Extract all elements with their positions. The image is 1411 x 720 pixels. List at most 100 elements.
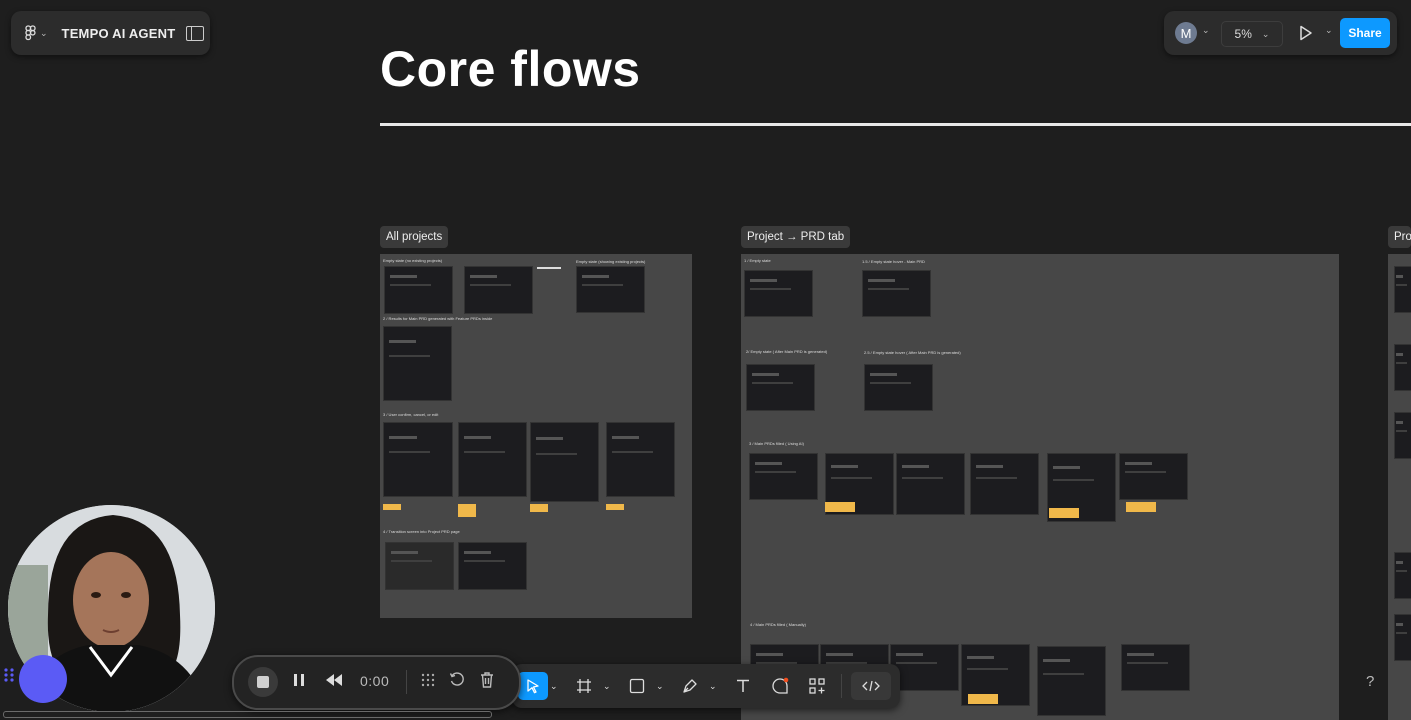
zoom-value: 5% bbox=[1234, 27, 1252, 41]
chevron-down-icon[interactable]: ⌄ bbox=[550, 672, 558, 700]
sidebar-toggle-icon[interactable] bbox=[186, 25, 205, 41]
zoom-dropdown[interactable]: 5% ⌄ bbox=[1221, 21, 1283, 47]
horizontal-scrollbar[interactable] bbox=[3, 711, 492, 718]
screen-thumbnail[interactable] bbox=[1037, 646, 1106, 716]
screen-thumbnail[interactable] bbox=[1394, 266, 1411, 313]
chevron-down-icon: ⌄ bbox=[40, 27, 48, 38]
frame-caption: 2.5 / Empty state hover ( After Main PRD… bbox=[864, 350, 961, 355]
chevron-down-icon[interactable]: ⌄ bbox=[1202, 25, 1210, 36]
screen-thumbnail[interactable] bbox=[458, 542, 527, 590]
section-partial[interactable] bbox=[1388, 254, 1411, 720]
frame-tool[interactable] bbox=[574, 672, 594, 700]
chevron-down-icon: ⌄ bbox=[1261, 28, 1270, 39]
screen-thumbnail[interactable] bbox=[1394, 412, 1411, 459]
screen-thumbnail[interactable] bbox=[746, 364, 815, 411]
frame-caption: 4 / Transition screen into Project PRD p… bbox=[383, 529, 460, 534]
actions-tool[interactable] bbox=[807, 672, 827, 700]
file-name[interactable]: TEMPO AI AGENT bbox=[62, 26, 176, 41]
sticky-note[interactable] bbox=[968, 694, 998, 704]
rewind-icon bbox=[326, 674, 342, 686]
title-divider bbox=[380, 123, 1411, 126]
screen-thumbnail[interactable] bbox=[1394, 552, 1411, 599]
pen-icon bbox=[683, 679, 697, 693]
screen-thumbnail[interactable] bbox=[383, 326, 452, 401]
screen-thumbnail[interactable] bbox=[464, 266, 533, 314]
screen-thumbnail[interactable] bbox=[576, 266, 645, 313]
screen-thumbnail[interactable] bbox=[384, 266, 453, 314]
screen-thumbnail[interactable] bbox=[1121, 644, 1190, 691]
code-icon bbox=[862, 680, 880, 692]
section-label-all-projects[interactable]: All projects bbox=[380, 226, 449, 248]
avatar[interactable]: M bbox=[1175, 22, 1197, 44]
screen-thumbnail[interactable] bbox=[862, 270, 931, 317]
sticky-note[interactable] bbox=[458, 504, 476, 517]
frame-caption: 3 / Main PRDs filled ( Using AI) bbox=[749, 441, 804, 446]
frame-caption: 1.5 / Empty state hover - Main PRD bbox=[862, 259, 925, 264]
screen-thumbnail[interactable] bbox=[1119, 453, 1188, 500]
grid-dots-icon bbox=[421, 673, 435, 687]
frame-caption: 2 / Results for Main PRD generated with … bbox=[383, 316, 493, 321]
grid-button[interactable] bbox=[420, 672, 436, 693]
screen-thumbnail[interactable] bbox=[530, 422, 599, 502]
screen-thumbnail[interactable] bbox=[970, 453, 1039, 515]
restart-icon bbox=[449, 672, 464, 686]
screen-thumbnail[interactable] bbox=[896, 453, 965, 515]
drag-handle-icon[interactable] bbox=[3, 667, 15, 683]
divider bbox=[406, 670, 407, 694]
chevron-down-icon[interactable]: ⌄ bbox=[656, 672, 664, 700]
screen-thumbnail[interactable] bbox=[749, 453, 818, 500]
design-toolbar: ⌄ ⌄ ⌄ ⌄ bbox=[512, 664, 900, 708]
screen-thumbnail[interactable] bbox=[744, 270, 813, 317]
chevron-down-icon[interactable]: ⌄ bbox=[1325, 25, 1333, 36]
section-label-partial[interactable]: Pro bbox=[1388, 226, 1411, 248]
sticky-note[interactable] bbox=[1126, 502, 1156, 512]
trash-icon bbox=[481, 672, 493, 688]
pause-button[interactable] bbox=[292, 672, 306, 692]
section-all-projects[interactable]: Empty state (no existing projects) Empty… bbox=[380, 254, 692, 618]
pen-tool[interactable] bbox=[680, 672, 700, 700]
frame-caption: 4 / Main PRDs filled ( Manually) bbox=[750, 622, 807, 627]
stop-recording-button[interactable] bbox=[248, 667, 278, 697]
section-project-prd-tab[interactable]: 1 / Empty state 1.5 / Empty state hover … bbox=[741, 254, 1339, 720]
sticky-note[interactable] bbox=[1049, 508, 1079, 518]
rectangle-icon bbox=[629, 678, 645, 694]
move-tool[interactable] bbox=[518, 672, 548, 700]
rewind-button[interactable] bbox=[324, 672, 344, 692]
toolbar-divider bbox=[841, 674, 842, 698]
screen-thumbnail[interactable] bbox=[1394, 344, 1411, 391]
dev-mode-toggle[interactable] bbox=[851, 672, 891, 700]
screen-thumbnail[interactable] bbox=[1394, 614, 1411, 661]
screen-thumbnail[interactable] bbox=[606, 422, 675, 497]
text-tool[interactable] bbox=[733, 672, 753, 700]
screen-thumbnail[interactable] bbox=[383, 422, 453, 497]
chevron-down-icon[interactable]: ⌄ bbox=[709, 672, 717, 700]
restart-button[interactable] bbox=[449, 672, 465, 693]
main-menu-button[interactable]: ⌄ bbox=[25, 25, 48, 41]
frame-caption: Empty state (showing existing projects) bbox=[576, 259, 646, 264]
sticky-note[interactable] bbox=[383, 504, 401, 510]
file-menu-bar: ⌄ TEMPO AI AGENT bbox=[11, 11, 210, 55]
figma-logo-icon bbox=[25, 25, 36, 41]
frame-caption: 2/ Empty state ( After Main PRD is gener… bbox=[746, 349, 828, 354]
delete-recording-button[interactable] bbox=[479, 671, 495, 694]
comment-icon bbox=[772, 677, 789, 694]
share-button[interactable]: Share bbox=[1340, 18, 1390, 48]
sticky-note[interactable] bbox=[530, 504, 548, 512]
screen-thumbnail[interactable] bbox=[458, 422, 527, 497]
help-button[interactable]: ? bbox=[1366, 673, 1374, 690]
chevron-down-icon[interactable]: ⌄ bbox=[603, 672, 611, 700]
screen-thumbnail[interactable] bbox=[864, 364, 933, 411]
recorder-bubble[interactable] bbox=[19, 655, 67, 703]
pointer-icon bbox=[527, 679, 539, 694]
comment-tool[interactable] bbox=[770, 672, 790, 700]
components-icon bbox=[809, 678, 825, 694]
recording-controls: 0:00 bbox=[232, 655, 521, 710]
page-title: Core flows bbox=[380, 41, 641, 97]
section-label-project-prd-tab[interactable]: Project → PRD tab bbox=[741, 226, 851, 248]
rectangle-tool[interactable] bbox=[627, 672, 647, 700]
screen-thumbnail[interactable] bbox=[385, 542, 454, 590]
sticky-note[interactable] bbox=[606, 504, 624, 510]
sticky-note[interactable] bbox=[825, 502, 855, 512]
screen-thumbnail[interactable] bbox=[890, 644, 959, 691]
present-play-icon[interactable] bbox=[1299, 25, 1313, 41]
